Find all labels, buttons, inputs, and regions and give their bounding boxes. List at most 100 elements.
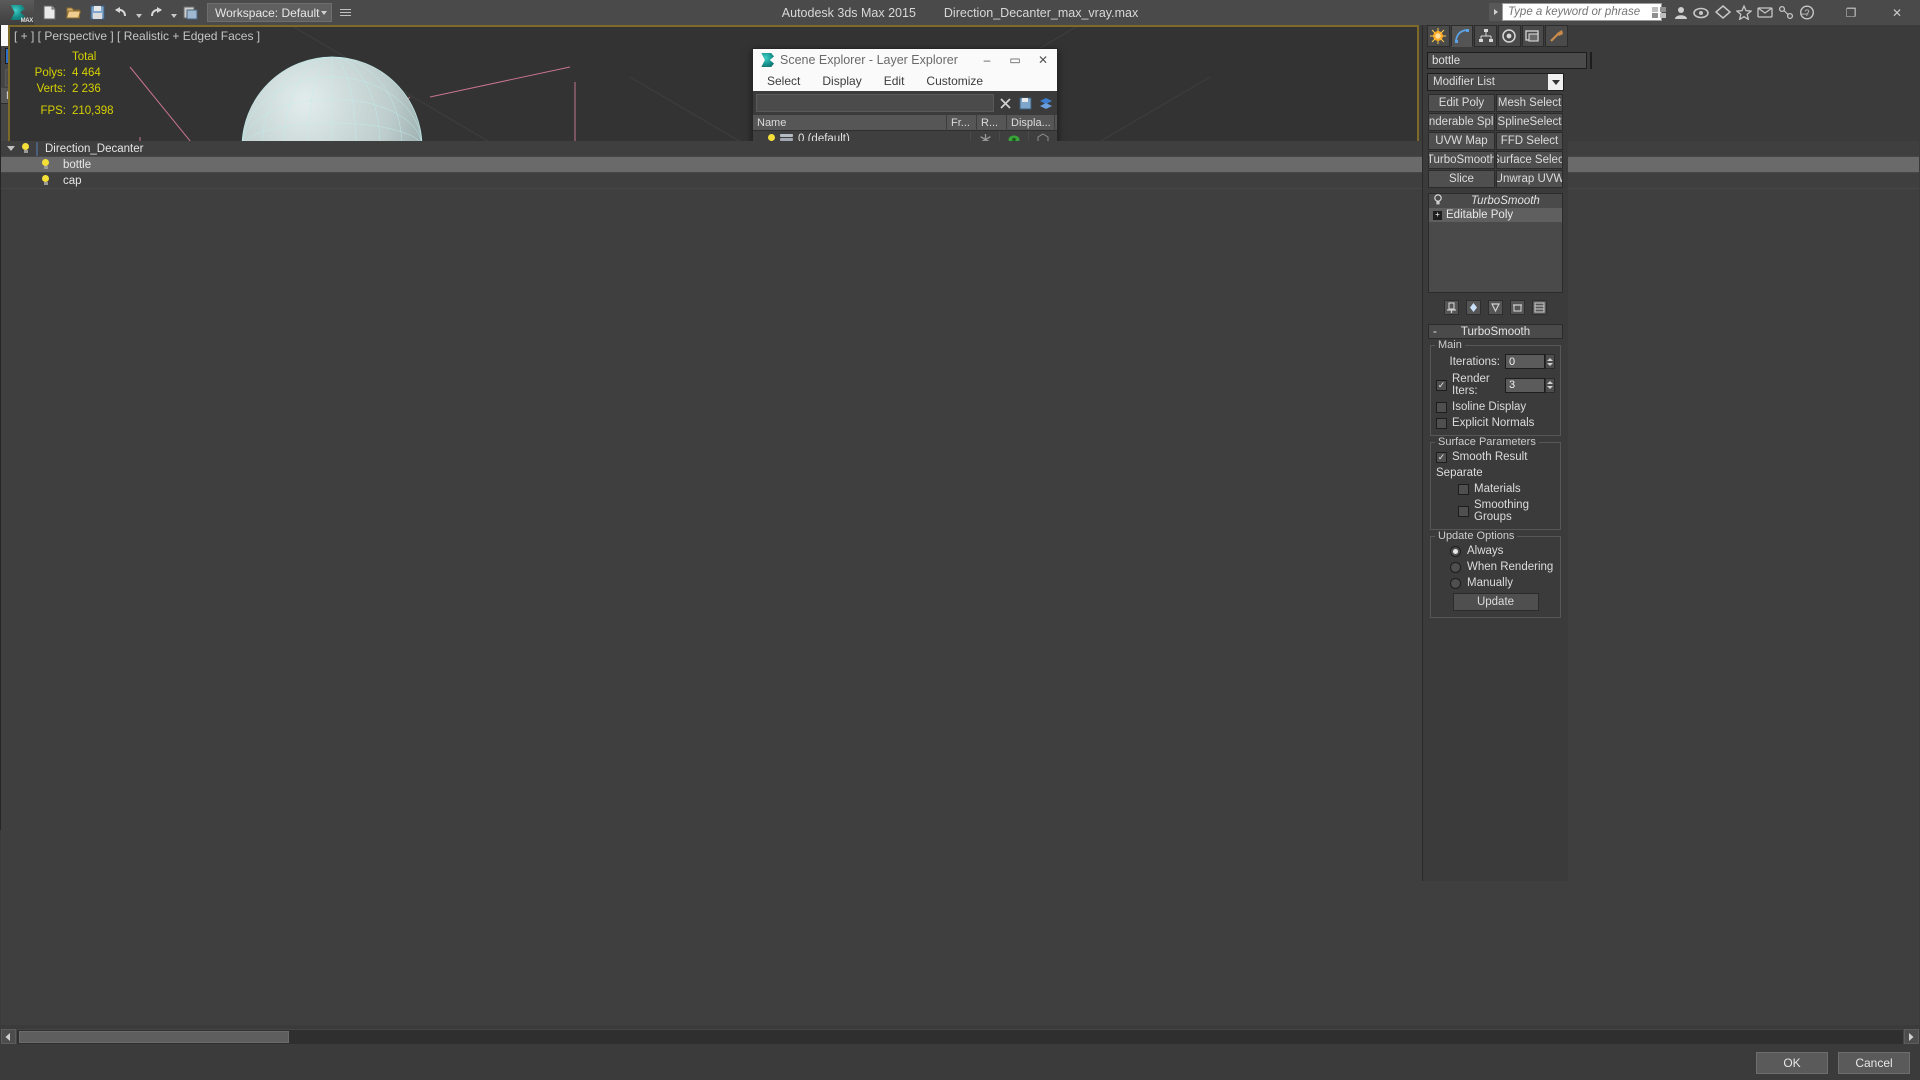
light-bulb-icon[interactable] bbox=[41, 175, 50, 186]
column-render[interactable]: R... bbox=[977, 114, 1007, 131]
open-file-icon[interactable] bbox=[62, 2, 84, 23]
menu-select[interactable]: Select bbox=[767, 74, 800, 88]
sfs-object-row[interactable]: Direction_Decanter bbox=[1, 141, 1919, 157]
workspace-grid-icon[interactable] bbox=[1650, 3, 1669, 22]
save-layout-icon[interactable] bbox=[1017, 94, 1034, 112]
column-display[interactable]: Displa... bbox=[1007, 114, 1055, 131]
redo-dropdown-icon[interactable] bbox=[169, 2, 178, 23]
favorites-star-icon[interactable] bbox=[1734, 3, 1753, 22]
tab-create[interactable] bbox=[1427, 25, 1450, 47]
show-end-result-icon[interactable] bbox=[1466, 299, 1481, 315]
remove-modifier-icon[interactable] bbox=[1510, 299, 1525, 315]
configure-sets-icon[interactable] bbox=[1532, 299, 1547, 315]
iterations-spinner-arrows[interactable] bbox=[1545, 354, 1555, 369]
tab-utilities[interactable] bbox=[1545, 25, 1569, 47]
when-rendering-radio[interactable] bbox=[1450, 561, 1461, 573]
sfs-scroll-thumb[interactable] bbox=[19, 1030, 289, 1043]
always-radio[interactable] bbox=[1450, 545, 1461, 557]
iterations-spinner[interactable]: 0 bbox=[1505, 354, 1555, 369]
modifier-button-turbosmooth[interactable]: TurboSmooth bbox=[1428, 151, 1495, 169]
modifier-button-renderable-spline[interactable]: Renderable Spline bbox=[1428, 113, 1495, 131]
minimize-window-button[interactable]: – bbox=[1782, 0, 1828, 25]
column-freeze[interactable]: Fr... bbox=[947, 114, 977, 131]
pin-stack-icon[interactable] bbox=[1444, 299, 1459, 315]
menu-display[interactable]: Display bbox=[822, 74, 861, 88]
sfs-scroll-right-icon[interactable] bbox=[1904, 1029, 1919, 1044]
scene-explorer-search-input[interactable] bbox=[756, 94, 994, 112]
sfs-scroll-track[interactable] bbox=[17, 1029, 1903, 1044]
sfs-scroll-left-icon[interactable] bbox=[1, 1029, 16, 1044]
scene-explorer-close[interactable]: ✕ bbox=[1029, 49, 1057, 71]
cancel-button[interactable]: Cancel bbox=[1838, 1052, 1910, 1074]
scene-explorer-titlebar[interactable]: Scene Explorer - Layer Explorer – ▭ ✕ bbox=[753, 49, 1057, 71]
modifier-button-ffd-select[interactable]: FFD Select bbox=[1496, 132, 1563, 150]
turbosmooth-rollout-header[interactable]: - TurboSmooth bbox=[1428, 324, 1563, 339]
search-expand-icon[interactable] bbox=[1489, 3, 1502, 21]
ok-button[interactable]: OK bbox=[1756, 1052, 1828, 1074]
project-folder-icon[interactable] bbox=[180, 2, 202, 23]
expand-plus-icon[interactable]: + bbox=[1433, 210, 1442, 220]
render-iters-spinner[interactable]: 3 bbox=[1505, 377, 1555, 393]
sfs-object-row[interactable]: bottle bbox=[1, 157, 1919, 173]
autodesk-360-icon[interactable] bbox=[1692, 3, 1711, 22]
modifier-button-mesh-select[interactable]: Mesh Select bbox=[1496, 94, 1563, 112]
tab-display[interactable] bbox=[1521, 25, 1545, 47]
modifier-list-dropdown[interactable]: Modifier List bbox=[1427, 73, 1564, 91]
clear-search-icon[interactable] bbox=[997, 94, 1014, 112]
light-bulb-icon[interactable] bbox=[41, 159, 50, 170]
stack-item-turbosmooth[interactable]: TurboSmooth bbox=[1429, 193, 1562, 209]
workspace-selector[interactable]: Workspace: Default bbox=[207, 3, 332, 22]
render-iters-value[interactable]: 3 bbox=[1505, 377, 1545, 393]
object-color-swatch[interactable] bbox=[1590, 52, 1592, 69]
modifier-button-slice[interactable]: Slice bbox=[1428, 170, 1495, 188]
sfs-object-row[interactable]: cap bbox=[1, 173, 1919, 189]
materials-checkbox[interactable] bbox=[1458, 483, 1469, 495]
new-file-icon[interactable] bbox=[38, 2, 60, 23]
close-window-button[interactable]: ✕ bbox=[1874, 0, 1920, 25]
modifier-stack[interactable]: TurboSmooth + Editable Poly bbox=[1428, 193, 1563, 293]
sfs-hscrollbar[interactable] bbox=[1, 1029, 1919, 1044]
scene-explorer-maximize[interactable]: ▭ bbox=[1001, 49, 1029, 71]
update-button[interactable]: Update bbox=[1452, 593, 1539, 611]
tree-expander-icon[interactable] bbox=[7, 146, 15, 151]
layer-manager-icon[interactable] bbox=[1037, 94, 1054, 112]
workspace-menu-icon[interactable] bbox=[336, 2, 354, 23]
smoothing-groups-checkbox[interactable] bbox=[1458, 505, 1469, 517]
sfs-object-list[interactable]: Direction_Decanter bottle cap bbox=[1, 141, 1919, 1025]
undo-dropdown-icon[interactable] bbox=[134, 2, 143, 23]
menu-customize[interactable]: Customize bbox=[926, 74, 983, 88]
restore-window-button[interactable]: ❐ bbox=[1828, 0, 1874, 25]
3dsmax-logo-icon[interactable]: MAX bbox=[0, 0, 34, 25]
redo-icon[interactable] bbox=[145, 2, 167, 23]
smooth-result-checkbox[interactable] bbox=[1436, 451, 1447, 463]
stack-bulb-icon[interactable] bbox=[1433, 193, 1443, 209]
tab-hierarchy[interactable] bbox=[1474, 25, 1498, 47]
manually-radio[interactable] bbox=[1450, 577, 1461, 589]
render-iters-checkbox[interactable] bbox=[1436, 379, 1447, 391]
command-panel[interactable]: Modifier List Edit PolyMesh SelectRender… bbox=[1422, 25, 1592, 881]
tab-modify[interactable] bbox=[1450, 25, 1474, 47]
light-bulb-icon[interactable] bbox=[21, 143, 30, 154]
explicit-normals-checkbox[interactable] bbox=[1436, 417, 1447, 429]
scene-explorer-minimize[interactable]: – bbox=[973, 49, 1001, 71]
menu-edit[interactable]: Edit bbox=[884, 74, 905, 88]
communication-center-icon[interactable] bbox=[1755, 3, 1774, 22]
exchange-app-icon[interactable] bbox=[1713, 3, 1732, 22]
modifier-button-unwrap-uvw[interactable]: Unwrap UVW bbox=[1496, 170, 1563, 188]
save-file-icon[interactable] bbox=[86, 2, 108, 23]
column-name[interactable]: Name bbox=[753, 114, 947, 131]
object-name-input[interactable] bbox=[1427, 52, 1587, 69]
modifier-button-surface-select[interactable]: Surface Select bbox=[1496, 151, 1563, 169]
iterations-value[interactable]: 0 bbox=[1505, 354, 1545, 369]
viewport-label[interactable]: [ + ] [ Perspective ] [ Realistic + Edge… bbox=[14, 29, 260, 43]
modifier-button-uvw-map[interactable]: UVW Map bbox=[1428, 132, 1495, 150]
make-unique-icon[interactable] bbox=[1488, 299, 1503, 315]
sign-in-icon[interactable] bbox=[1671, 3, 1690, 22]
stack-item-editable-poly[interactable]: + Editable Poly bbox=[1429, 208, 1562, 222]
modifier-button-splineselect[interactable]: SplineSelect bbox=[1496, 113, 1563, 131]
modifier-button-edit-poly[interactable]: Edit Poly bbox=[1428, 94, 1495, 112]
isoline-display-checkbox[interactable] bbox=[1436, 401, 1447, 413]
search-input[interactable] bbox=[1502, 3, 1662, 21]
render-iters-spinner-arrows[interactable] bbox=[1545, 377, 1555, 393]
undo-icon[interactable] bbox=[110, 2, 132, 23]
